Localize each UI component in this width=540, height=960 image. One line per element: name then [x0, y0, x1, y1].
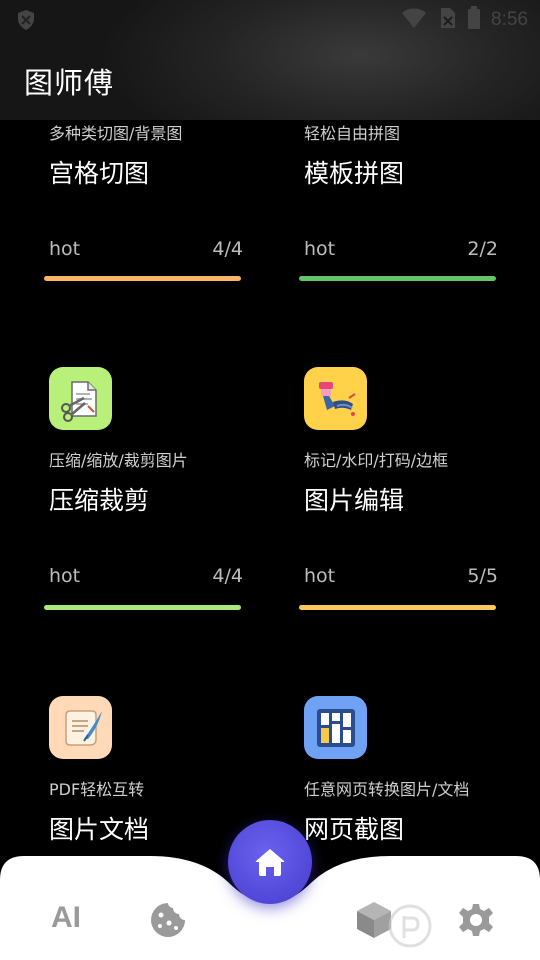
card-count: 4/4	[212, 565, 243, 587]
card-count: 5/5	[467, 565, 498, 587]
card-meta: hot 5/5	[304, 565, 498, 589]
wifi-icon	[401, 7, 427, 33]
card-subtitle: 压缩/缩放/裁剪图片	[49, 451, 188, 470]
cookie-icon	[151, 903, 185, 937]
hot-tag: hot	[304, 565, 336, 587]
no-sim-icon	[437, 7, 457, 33]
nav-cookie[interactable]	[146, 898, 190, 942]
card-title: 宫格切图	[49, 159, 150, 188]
card-subtitle: 轻松自由拼图	[304, 124, 401, 143]
scissors-document-icon	[49, 367, 112, 430]
nav-ai[interactable]: AI	[40, 898, 92, 938]
shield-icon	[16, 9, 36, 35]
card-subtitle: 标记/水印/打码/边框	[304, 451, 449, 470]
scroll-quill-icon	[49, 696, 112, 759]
card-title: 图片编辑	[304, 486, 405, 515]
card-subtitle: 多种类切图/背景图	[49, 124, 183, 143]
status-time: 8:56	[491, 9, 528, 30]
hot-tag: hot	[49, 238, 81, 260]
card-count: 4/4	[212, 238, 243, 260]
progress-bar	[299, 276, 496, 281]
card-subtitle: 任意网页转换图片/文档	[304, 780, 470, 799]
card-template-collage[interactable]: 轻松自由拼图 模板拼图 hot 2/2	[304, 120, 504, 262]
progress-bar	[44, 605, 241, 610]
paint-brush-icon	[304, 367, 367, 430]
hot-tag: hot	[49, 565, 81, 587]
card-title: 模板拼图	[304, 159, 405, 188]
card-meta: hot 4/4	[49, 238, 243, 262]
home-button[interactable]	[228, 820, 312, 904]
progress-bar	[44, 276, 241, 281]
page-title: 图师傅	[24, 66, 115, 100]
card-image-edit[interactable]: 标记/水印/打码/边框 图片编辑 hot 5/5	[304, 367, 504, 589]
hot-tag: hot	[304, 238, 336, 260]
card-compress-crop[interactable]: 压缩/缩放/裁剪图片 压缩裁剪 hot 4/4	[49, 367, 249, 589]
card-meta: hot 2/2	[304, 238, 498, 262]
card-subtitle: PDF轻松互转	[49, 780, 145, 799]
card-count: 2/2	[467, 238, 498, 260]
progress-bar	[299, 605, 496, 610]
card-meta: hot 4/4	[49, 565, 243, 589]
watermark-logo	[388, 896, 538, 960]
home-icon	[255, 849, 285, 876]
ai-label: AI	[51, 901, 81, 934]
status-bar: 8:56	[0, 0, 540, 38]
web-layout-icon	[304, 696, 367, 759]
card-title: 压缩裁剪	[49, 486, 150, 515]
card-grid-cut[interactable]: 多种类切图/背景图 宫格切图 hot 4/4	[49, 120, 249, 262]
battery-icon	[467, 6, 481, 34]
